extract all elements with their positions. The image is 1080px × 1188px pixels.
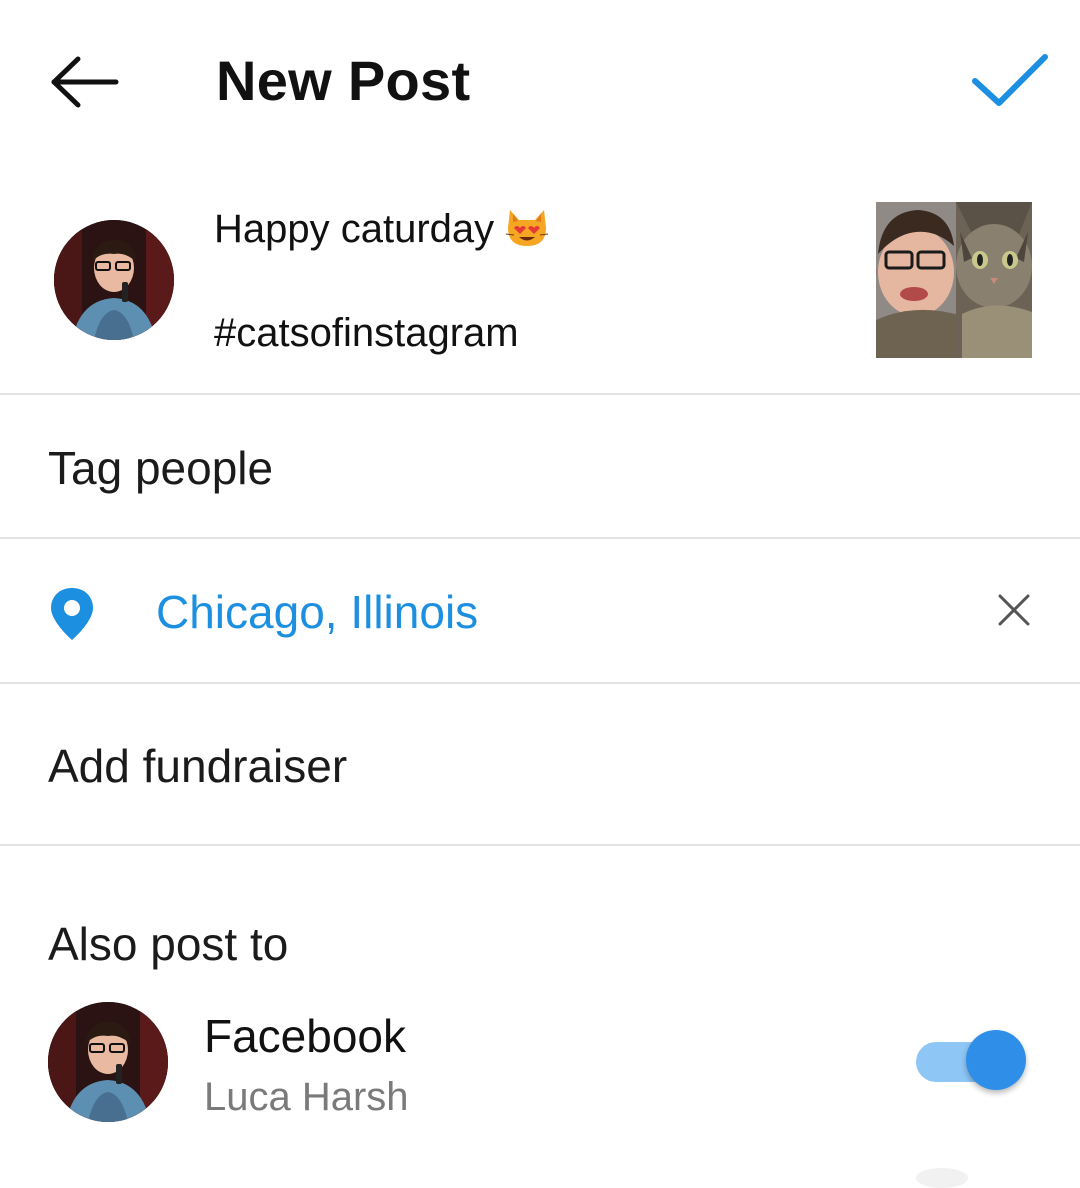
facebook-toggle[interactable] [916, 1030, 1030, 1092]
toggle-thumb [966, 1030, 1026, 1090]
post-photo [876, 202, 1032, 358]
also-post-to-heading: Also post to [48, 918, 289, 970]
divider [0, 844, 1080, 846]
location-pin-icon [48, 586, 96, 642]
arrow-left-icon [51, 56, 119, 108]
location-option[interactable]: Chicago, Illinois [0, 540, 1080, 684]
caption-composer: Happy caturday #catsofinstagram [0, 160, 1080, 394]
caption-input[interactable]: Happy caturday #catsofinstagram [214, 204, 834, 358]
post-thumbnail[interactable] [876, 202, 1032, 358]
divider [0, 537, 1080, 539]
account-name: Luca Harsh [204, 1075, 409, 1119]
clear-location-button[interactable] [988, 584, 1040, 636]
close-icon [998, 594, 1030, 626]
add-fundraiser-option[interactable]: Add fundraiser [48, 738, 347, 794]
caption-text: Happy caturday [214, 207, 495, 251]
next-toggle-partial [916, 1168, 968, 1188]
crosspost-facebook-row: Facebook Luca Harsh [0, 1000, 1080, 1130]
divider [0, 393, 1080, 395]
profile-photo [54, 220, 174, 340]
cat-heart-eyes-icon [504, 204, 550, 260]
network-name: Facebook [204, 1010, 407, 1062]
back-button[interactable] [46, 50, 122, 114]
divider [0, 682, 1080, 684]
caption-hashtag: #catsofinstagram [214, 311, 519, 355]
tag-people-option[interactable]: Tag people [48, 440, 273, 496]
page-title: New Post [216, 49, 471, 112]
app-header: New Post [0, 0, 1080, 160]
avatar [54, 220, 174, 340]
checkmark-icon [972, 54, 1048, 106]
share-button[interactable] [964, 46, 1054, 116]
profile-photo [48, 1002, 168, 1122]
avatar [48, 1002, 168, 1122]
location-name: Chicago, Illinois [156, 586, 479, 638]
